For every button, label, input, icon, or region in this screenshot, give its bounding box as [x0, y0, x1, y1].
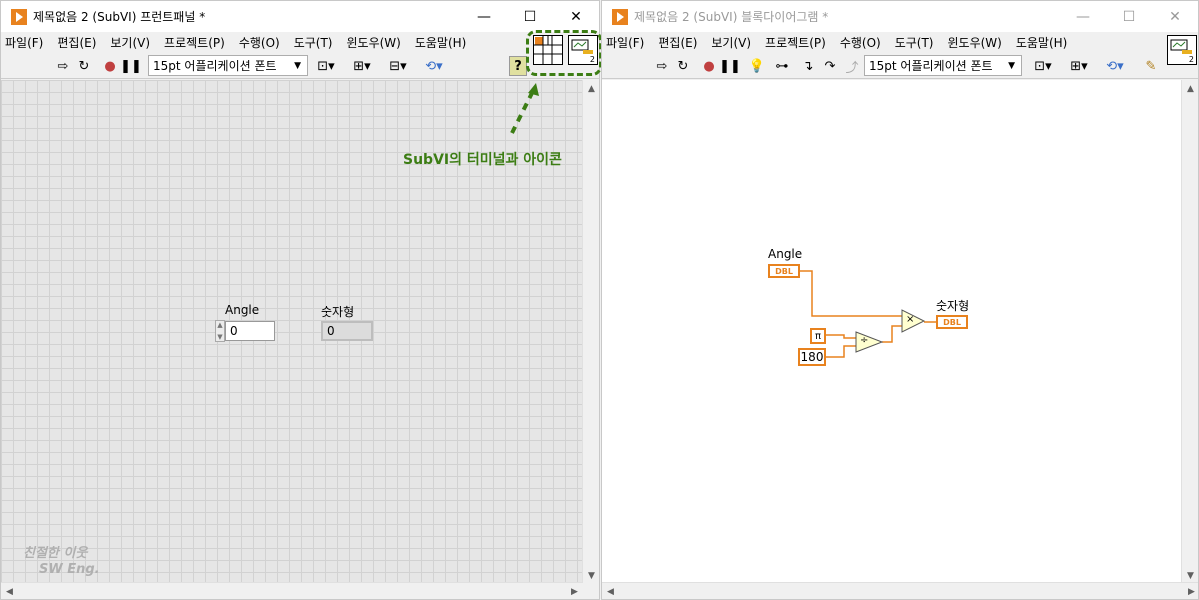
angle-terminal-label: Angle	[768, 247, 803, 261]
angle-control-label: Angle	[225, 303, 260, 317]
minimize-button[interactable]: —	[461, 1, 507, 32]
vi-icon-number: 2	[1188, 55, 1194, 64]
scroll-down-icon[interactable]: ▼	[583, 567, 599, 584]
block-diagram-canvas[interactable]: Angle DBL 숫자형 DBL π 180 × ÷	[602, 80, 1182, 584]
run-arrow-icon[interactable]: ⇨	[654, 56, 670, 76]
block-diagram-window: 제목없음 2 (SubVI) 블록다이어그램 * — ☐ ✕ 파일(F) 편집(…	[601, 0, 1199, 600]
pause-icon[interactable]: ❚❚	[120, 56, 142, 76]
distribute-objects-icon[interactable]: ⊞▾	[349, 56, 375, 76]
align-objects-icon[interactable]: ⊡▾	[1030, 56, 1056, 76]
scroll-up-icon[interactable]: ▲	[1182, 80, 1198, 97]
abort-icon[interactable]: ●	[700, 56, 718, 76]
menu-tools[interactable]: 도구(T)	[294, 34, 333, 51]
menu-edit[interactable]: 편집(E)	[658, 34, 697, 51]
multiply-function-icon[interactable]: ×	[906, 314, 914, 325]
watermark-line2: SW Eng.	[39, 562, 100, 577]
scroll-right-icon[interactable]: ▶	[1183, 583, 1198, 599]
annotation-arrow-icon	[510, 83, 539, 134]
menu-file[interactable]: 파일(F)	[606, 34, 644, 51]
maximize-button[interactable]: ☐	[507, 1, 553, 32]
menu-view[interactable]: 보기(V)	[711, 34, 751, 51]
step-over-icon[interactable]: ↷	[820, 56, 840, 76]
menu-operate[interactable]: 수행(O)	[239, 34, 280, 51]
menu-window[interactable]: 윈도우(W)	[947, 34, 1001, 51]
horizontal-scrollbar[interactable]: ◀ ▶	[602, 582, 1198, 599]
numeric-indicator-terminal[interactable]: DBL	[936, 315, 968, 329]
minimize-button[interactable]: —	[1060, 1, 1106, 32]
retain-wire-values-icon[interactable]: ⊶	[772, 56, 792, 76]
toolbar: ⇨ ↻ ● ❚❚ 💡 ⊶ ↴ ↷ ⤴ 15pt 어플리케이션 폰트 ▼ ⊡▾ ⊞…	[602, 53, 1198, 79]
highlight-execution-icon[interactable]: 💡	[748, 56, 766, 76]
scroll-left-icon[interactable]: ◀	[602, 583, 619, 599]
labview-app-icon	[11, 8, 27, 25]
wires	[800, 270, 936, 358]
menu-bar: 파일(F) 편집(E) 보기(V) 프로젝트(P) 수행(O) 도구(T) 윈도…	[602, 32, 1198, 53]
font-select-value: 15pt 어플리케이션 폰트	[153, 59, 277, 73]
font-select[interactable]: 15pt 어플리케이션 폰트 ▼	[864, 55, 1022, 76]
menu-help[interactable]: 도움말(H)	[1016, 34, 1068, 51]
toolbar: ⇨ ↻ ● ❚❚ 15pt 어플리케이션 폰트 ▼ ⊡▾ ⊞▾ ⊟▾ ⟲▾ ?	[1, 53, 599, 79]
reorder-icon[interactable]: ⟲▾	[1102, 56, 1128, 76]
increment-decrement-buttons[interactable]: ▲ ▼	[215, 320, 225, 342]
close-button[interactable]: ✕	[553, 1, 599, 32]
title-bar: 제목없음 2 (SubVI) 블록다이어그램 * — ☐ ✕	[602, 1, 1198, 32]
watermark: 친절한 이웃 SW Eng.	[23, 546, 100, 578]
reorder-icon[interactable]: ⟲▾	[421, 56, 447, 76]
angle-control-terminal[interactable]: DBL	[768, 264, 800, 278]
step-out-icon[interactable]: ⤴	[842, 56, 862, 76]
labview-app-icon	[612, 8, 628, 25]
watermark-line1: 친절한 이웃	[23, 546, 88, 561]
front-panel-window: 제목없음 2 (SubVI) 프런트패널 * — ☐ ✕ 파일(F) 편집(E)…	[0, 0, 600, 600]
scroll-right-icon[interactable]: ▶	[566, 583, 583, 599]
menu-view[interactable]: 보기(V)	[110, 34, 150, 51]
window-controls: — ☐ ✕	[1060, 1, 1198, 32]
const-180[interactable]: 180	[798, 348, 826, 366]
align-objects-icon[interactable]: ⊡▾	[313, 56, 339, 76]
font-select-value: 15pt 어플리케이션 폰트	[869, 59, 993, 73]
chevron-down-icon: ▼	[1008, 60, 1015, 71]
menu-project[interactable]: 프로젝트(P)	[765, 34, 826, 51]
scroll-left-icon[interactable]: ◀	[1, 583, 18, 599]
numeric-indicator-label: 숫자형	[321, 305, 355, 319]
close-button[interactable]: ✕	[1152, 1, 1198, 32]
menu-tools[interactable]: 도구(T)	[895, 34, 934, 51]
step-into-icon[interactable]: ↴	[798, 56, 818, 76]
menu-window[interactable]: 윈도우(W)	[346, 34, 400, 51]
pause-icon[interactable]: ❚❚	[719, 56, 741, 76]
chevron-down-icon: ▼	[294, 60, 301, 71]
vertical-scrollbar[interactable]: ▲ ▼	[582, 80, 599, 584]
menu-operate[interactable]: 수행(O)	[840, 34, 881, 51]
annotation-highlight-box	[526, 30, 602, 76]
run-continuously-icon[interactable]: ↻	[75, 56, 93, 76]
window-title: 제목없음 2 (SubVI) 블록다이어그램 *	[634, 10, 829, 24]
font-select[interactable]: 15pt 어플리케이션 폰트 ▼	[148, 55, 308, 76]
scroll-up-icon[interactable]: ▲	[583, 80, 599, 97]
distribute-objects-icon[interactable]: ⊞▾	[1066, 56, 1092, 76]
menu-bar: 파일(F) 편집(E) 보기(V) 프로젝트(P) 수행(O) 도구(T) 윈도…	[1, 32, 599, 53]
angle-numeric-control[interactable]: 0	[225, 321, 275, 341]
maximize-button[interactable]: ☐	[1106, 1, 1152, 32]
menu-project[interactable]: 프로젝트(P)	[164, 34, 225, 51]
numeric-indicator: 0	[321, 321, 373, 341]
vi-icon[interactable]: 2	[1167, 35, 1197, 65]
pi-constant[interactable]: π	[810, 328, 826, 344]
indicator-terminal-label: 숫자형	[936, 299, 970, 313]
resize-objects-icon[interactable]: ⊟▾	[385, 56, 411, 76]
menu-edit[interactable]: 편집(E)	[57, 34, 96, 51]
context-help-icon[interactable]: ?	[509, 56, 527, 76]
run-continuously-icon[interactable]: ↻	[674, 56, 692, 76]
horizontal-scrollbar[interactable]: ◀ ▶	[1, 582, 583, 599]
title-bar: 제목없음 2 (SubVI) 프런트패널 * — ☐ ✕	[1, 1, 599, 32]
window-controls: — ☐ ✕	[461, 1, 599, 32]
annotation-text: SubVI의 터미널과 아이콘	[403, 152, 562, 168]
run-arrow-icon[interactable]: ⇨	[55, 56, 71, 76]
vertical-scrollbar[interactable]: ▲ ▼	[1181, 80, 1198, 584]
menu-file[interactable]: 파일(F)	[5, 34, 43, 51]
abort-icon[interactable]: ●	[101, 56, 119, 76]
divide-function-icon[interactable]: ÷	[860, 335, 868, 346]
menu-help[interactable]: 도움말(H)	[415, 34, 467, 51]
window-title: 제목없음 2 (SubVI) 프런트패널 *	[33, 10, 206, 24]
clean-up-diagram-icon[interactable]: ✎	[1140, 56, 1162, 76]
